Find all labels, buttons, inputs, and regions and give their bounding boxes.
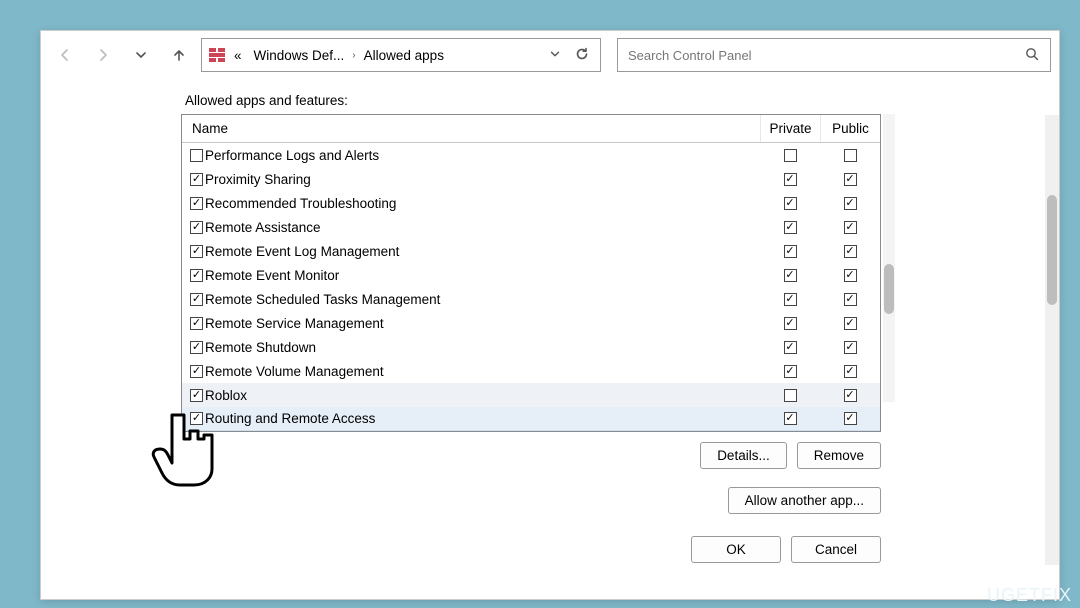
row-name: Remote Volume Management bbox=[205, 364, 384, 379]
table-row[interactable]: Remote Assistance bbox=[182, 215, 880, 239]
window-scroll-thumb[interactable] bbox=[1047, 195, 1057, 305]
list-scrollbar[interactable] bbox=[883, 114, 895, 402]
public-checkbox[interactable] bbox=[844, 197, 857, 210]
public-checkbox[interactable] bbox=[844, 389, 857, 402]
public-checkbox[interactable] bbox=[844, 317, 857, 330]
row-name: Routing and Remote Access bbox=[205, 411, 375, 426]
list-header: Name Private Public bbox=[182, 115, 880, 143]
row-name: Remote Event Log Management bbox=[205, 244, 399, 259]
table-row[interactable]: Remote Event Log Management bbox=[182, 239, 880, 263]
public-checkbox[interactable] bbox=[844, 269, 857, 282]
list-scroll-thumb[interactable] bbox=[884, 264, 894, 314]
private-checkbox[interactable] bbox=[784, 221, 797, 234]
enable-checkbox[interactable] bbox=[190, 149, 203, 162]
row-name: Remote Shutdown bbox=[205, 340, 316, 355]
enable-checkbox[interactable] bbox=[190, 221, 203, 234]
private-checkbox[interactable] bbox=[784, 341, 797, 354]
cancel-button[interactable]: Cancel bbox=[791, 536, 881, 563]
breadcrumb-prefix: « bbox=[230, 46, 246, 65]
private-checkbox[interactable] bbox=[784, 149, 797, 162]
public-checkbox[interactable] bbox=[844, 412, 857, 425]
ok-button[interactable]: OK bbox=[691, 536, 781, 563]
public-checkbox[interactable] bbox=[844, 245, 857, 258]
row-name: Roblox bbox=[205, 388, 247, 403]
enable-checkbox[interactable] bbox=[190, 341, 203, 354]
public-checkbox[interactable] bbox=[844, 365, 857, 378]
col-name[interactable]: Name bbox=[182, 115, 760, 142]
watermark: UGETFIX bbox=[987, 585, 1072, 606]
back-button[interactable] bbox=[49, 39, 81, 71]
enable-checkbox[interactable] bbox=[190, 365, 203, 378]
history-dropdown[interactable] bbox=[125, 39, 157, 71]
public-checkbox[interactable] bbox=[844, 341, 857, 354]
table-row[interactable]: Proximity Sharing bbox=[182, 167, 880, 191]
table-row[interactable]: Remote Event Monitor bbox=[182, 263, 880, 287]
enable-checkbox[interactable] bbox=[190, 245, 203, 258]
enable-checkbox[interactable] bbox=[190, 197, 203, 210]
forward-button[interactable] bbox=[87, 39, 119, 71]
enable-checkbox[interactable] bbox=[190, 269, 203, 282]
private-checkbox[interactable] bbox=[784, 269, 797, 282]
chevron-right-icon: › bbox=[352, 50, 355, 61]
enable-checkbox[interactable] bbox=[190, 389, 203, 402]
private-checkbox[interactable] bbox=[784, 389, 797, 402]
private-checkbox[interactable] bbox=[784, 173, 797, 186]
row-name: Remote Assistance bbox=[205, 220, 321, 235]
address-dropdown-icon[interactable] bbox=[548, 47, 562, 64]
table-row[interactable]: Performance Logs and Alerts bbox=[182, 143, 880, 167]
table-row[interactable]: Remote Scheduled Tasks Management bbox=[182, 287, 880, 311]
breadcrumb-part2[interactable]: Allowed apps bbox=[360, 46, 448, 65]
table-row[interactable]: Remote Shutdown bbox=[182, 335, 880, 359]
search-placeholder: Search Control Panel bbox=[628, 48, 752, 63]
row-name: Performance Logs and Alerts bbox=[205, 148, 379, 163]
table-row[interactable]: Remote Service Management bbox=[182, 311, 880, 335]
public-checkbox[interactable] bbox=[844, 173, 857, 186]
table-row[interactable]: Routing and Remote Access bbox=[182, 407, 880, 431]
private-checkbox[interactable] bbox=[784, 245, 797, 258]
row-name: Remote Scheduled Tasks Management bbox=[205, 292, 440, 307]
firewall-icon bbox=[208, 46, 226, 64]
row-name: Proximity Sharing bbox=[205, 172, 311, 187]
content-area: Allowed apps and features: Name Private … bbox=[41, 79, 1059, 573]
details-button[interactable]: Details... bbox=[700, 442, 787, 469]
col-public[interactable]: Public bbox=[820, 115, 880, 142]
enable-checkbox[interactable] bbox=[190, 293, 203, 306]
public-checkbox[interactable] bbox=[844, 221, 857, 234]
private-checkbox[interactable] bbox=[784, 412, 797, 425]
allow-another-app-button[interactable]: Allow another app... bbox=[728, 487, 881, 514]
private-checkbox[interactable] bbox=[784, 197, 797, 210]
col-private[interactable]: Private bbox=[760, 115, 820, 142]
public-checkbox[interactable] bbox=[844, 293, 857, 306]
refresh-icon[interactable] bbox=[574, 46, 590, 65]
section-label: Allowed apps and features: bbox=[185, 93, 1029, 108]
address-bar[interactable]: « Windows Def... › Allowed apps bbox=[201, 38, 601, 72]
up-button[interactable] bbox=[163, 39, 195, 71]
enable-checkbox[interactable] bbox=[190, 412, 203, 425]
table-row[interactable]: Remote Volume Management bbox=[182, 359, 880, 383]
remove-button[interactable]: Remove bbox=[797, 442, 881, 469]
private-checkbox[interactable] bbox=[784, 317, 797, 330]
search-icon bbox=[1024, 46, 1040, 65]
row-name: Remote Event Monitor bbox=[205, 268, 339, 283]
search-input[interactable]: Search Control Panel bbox=[617, 38, 1051, 72]
control-panel-window: « Windows Def... › Allowed apps Search C… bbox=[40, 30, 1060, 600]
toolbar: « Windows Def... › Allowed apps Search C… bbox=[41, 31, 1059, 79]
window-scrollbar[interactable] bbox=[1045, 115, 1059, 565]
enable-checkbox[interactable] bbox=[190, 173, 203, 186]
public-checkbox[interactable] bbox=[844, 149, 857, 162]
enable-checkbox[interactable] bbox=[190, 317, 203, 330]
private-checkbox[interactable] bbox=[784, 293, 797, 306]
row-name: Recommended Troubleshooting bbox=[205, 196, 396, 211]
apps-list: Name Private Public Performance Logs and… bbox=[181, 114, 881, 432]
private-checkbox[interactable] bbox=[784, 365, 797, 378]
table-row[interactable]: Roblox bbox=[182, 383, 880, 407]
table-row[interactable]: Recommended Troubleshooting bbox=[182, 191, 880, 215]
row-name: Remote Service Management bbox=[205, 316, 384, 331]
breadcrumb-part1[interactable]: Windows Def... bbox=[250, 46, 349, 65]
